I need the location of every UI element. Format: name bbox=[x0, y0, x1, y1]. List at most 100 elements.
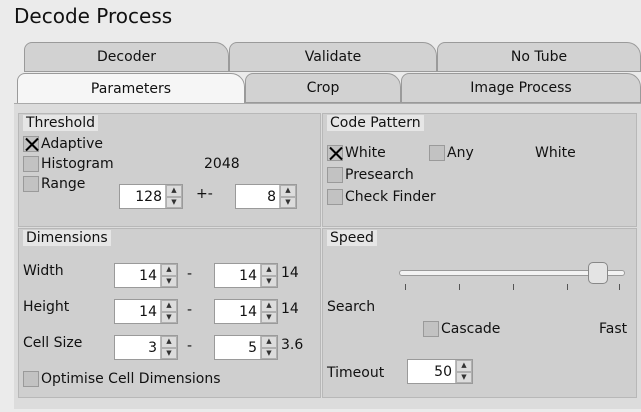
white-checkbox[interactable]: White bbox=[327, 145, 386, 161]
range-tolerance-value: 8 bbox=[267, 188, 276, 205]
height-max-up-arrow-icon[interactable]: ▲ bbox=[261, 300, 277, 312]
range-value: 128 bbox=[135, 188, 162, 205]
histogram-value: 2048 bbox=[204, 156, 240, 172]
optimise-label: Optimise Cell Dimensions bbox=[41, 371, 221, 387]
cascade-check-box-icon bbox=[423, 321, 439, 337]
tab-parameters[interactable]: Parameters bbox=[17, 73, 245, 105]
histogram-checkbox[interactable]: Histogram bbox=[23, 156, 114, 172]
width-separator: - bbox=[187, 266, 193, 282]
tab-image-process[interactable]: Image Process bbox=[401, 73, 641, 103]
height-max-value: 14 bbox=[239, 303, 257, 320]
cell-size-min-down-arrow-icon[interactable]: ▼ bbox=[161, 347, 177, 359]
check-finder-check-box-icon bbox=[327, 189, 343, 205]
width-label: Width bbox=[23, 263, 64, 279]
width-min-value: 14 bbox=[139, 267, 157, 284]
adaptive-check-mark-icon bbox=[23, 136, 39, 152]
tab-validate[interactable]: Validate bbox=[229, 42, 437, 72]
parameters-panel: Threshold Adaptive Histogram 2048 Range … bbox=[14, 103, 641, 409]
tab-no-tube[interactable]: No Tube bbox=[437, 42, 641, 72]
adaptive-label: Adaptive bbox=[41, 136, 103, 152]
any-checkbox[interactable]: Any bbox=[429, 145, 474, 161]
width-min-up-arrow-icon[interactable]: ▲ bbox=[161, 264, 177, 276]
timeout-down-arrow-icon[interactable]: ▼ bbox=[456, 371, 472, 383]
height-label: Height bbox=[23, 299, 70, 315]
code-pattern-title: Code Pattern bbox=[327, 115, 424, 131]
slider-tick bbox=[567, 284, 568, 290]
tab-crop-label: Crop bbox=[306, 80, 340, 96]
threshold-title: Threshold bbox=[23, 115, 98, 131]
cell-size-separator: - bbox=[187, 338, 193, 354]
optimise-check-box-icon bbox=[23, 371, 39, 387]
any-label: Any bbox=[447, 145, 474, 161]
tab-strip: Decoder Validate No Tube Parameters Crop… bbox=[14, 42, 641, 106]
slider-tick bbox=[405, 284, 406, 290]
white-check-mark-icon bbox=[327, 145, 343, 161]
code-pattern-group: Code Pattern White Any White Presearch C… bbox=[322, 113, 637, 227]
range-label: Range bbox=[41, 176, 86, 192]
timeout-label: Timeout bbox=[327, 365, 385, 381]
cell-size-result: 3.6 bbox=[281, 337, 304, 353]
cell-size-max-down-arrow-icon[interactable]: ▼ bbox=[261, 347, 277, 359]
height-min-value: 14 bbox=[139, 303, 157, 320]
speed-title: Speed bbox=[327, 230, 377, 246]
width-max-stepper[interactable]: 14 ▲ ▼ bbox=[214, 263, 278, 288]
cell-size-min-up-arrow-icon[interactable]: ▲ bbox=[161, 336, 177, 348]
speed-group: Speed Search Cascade Fast Timeout 50 ▲ ▼ bbox=[322, 228, 637, 398]
width-min-stepper[interactable]: 14 ▲ ▼ bbox=[114, 263, 178, 288]
slider-tick bbox=[459, 284, 460, 290]
presearch-label: Presearch bbox=[345, 167, 414, 183]
dimensions-title: Dimensions bbox=[23, 230, 111, 246]
speed-slider-thumb[interactable] bbox=[587, 262, 608, 284]
cell-size-max-up-arrow-icon[interactable]: ▲ bbox=[261, 336, 277, 348]
adaptive-checkbox[interactable]: Adaptive bbox=[23, 136, 103, 152]
height-max-stepper[interactable]: 14 ▲ ▼ bbox=[214, 299, 278, 324]
tolerance-up-arrow-icon[interactable]: ▲ bbox=[280, 185, 296, 197]
histogram-label: Histogram bbox=[41, 156, 114, 172]
check-finder-checkbox[interactable]: Check Finder bbox=[327, 189, 436, 205]
timeout-up-arrow-icon[interactable]: ▲ bbox=[456, 360, 472, 372]
cell-size-min-value: 3 bbox=[148, 339, 157, 356]
search-label: Search bbox=[327, 299, 376, 315]
dimensions-group: Dimensions Width 14 ▲ ▼ - 14 ▲ ▼ 14 Heig… bbox=[18, 228, 321, 398]
height-max-down-arrow-icon[interactable]: ▼ bbox=[261, 311, 277, 323]
tab-validate-label: Validate bbox=[304, 49, 362, 65]
cascade-label: Cascade bbox=[441, 321, 501, 337]
white-label: White bbox=[345, 145, 386, 161]
cascade-checkbox[interactable]: Cascade bbox=[423, 321, 500, 337]
slider-tick bbox=[513, 284, 514, 290]
tab-crop[interactable]: Crop bbox=[245, 73, 401, 103]
range-tolerance-stepper[interactable]: 8 ▲ ▼ bbox=[235, 184, 297, 209]
width-max-down-arrow-icon[interactable]: ▼ bbox=[261, 275, 277, 287]
cell-size-min-stepper[interactable]: 3 ▲ ▼ bbox=[114, 335, 178, 360]
tab-decoder[interactable]: Decoder bbox=[24, 42, 229, 72]
window-title: Decode Process bbox=[14, 4, 173, 28]
timeout-value: 50 bbox=[434, 363, 452, 380]
width-max-up-arrow-icon[interactable]: ▲ bbox=[261, 264, 277, 276]
optimise-cell-dimensions-checkbox[interactable]: Optimise Cell Dimensions bbox=[23, 371, 221, 387]
tab-image-process-label: Image Process bbox=[470, 80, 572, 96]
height-min-down-arrow-icon[interactable]: ▼ bbox=[161, 311, 177, 323]
range-up-arrow-icon[interactable]: ▲ bbox=[166, 185, 182, 197]
tab-parameters-label: Parameters bbox=[90, 81, 172, 97]
tab-decoder-label: Decoder bbox=[97, 49, 156, 65]
range-plusminus-label: +- bbox=[196, 186, 213, 202]
height-min-stepper[interactable]: 14 ▲ ▼ bbox=[114, 299, 178, 324]
height-min-up-arrow-icon[interactable]: ▲ bbox=[161, 300, 177, 312]
cell-size-max-stepper[interactable]: 5 ▲ ▼ bbox=[214, 335, 278, 360]
tolerance-down-arrow-icon[interactable]: ▼ bbox=[280, 196, 296, 208]
cell-size-label: Cell Size bbox=[23, 335, 83, 351]
presearch-checkbox[interactable]: Presearch bbox=[327, 167, 414, 183]
timeout-stepper[interactable]: 50 ▲ ▼ bbox=[407, 359, 473, 384]
range-value-stepper[interactable]: 128 ▲ ▼ bbox=[119, 184, 183, 209]
height-separator: - bbox=[187, 302, 193, 318]
fast-label: Fast bbox=[599, 321, 628, 337]
range-down-arrow-icon[interactable]: ▼ bbox=[166, 196, 182, 208]
pattern-status: White bbox=[535, 145, 576, 161]
slider-tick bbox=[619, 284, 620, 290]
check-finder-label: Check Finder bbox=[345, 189, 436, 205]
width-min-down-arrow-icon[interactable]: ▼ bbox=[161, 275, 177, 287]
any-check-box-icon bbox=[429, 145, 445, 161]
cell-size-max-value: 5 bbox=[248, 339, 257, 356]
range-checkbox[interactable]: Range bbox=[23, 176, 85, 192]
range-check-box-icon bbox=[23, 176, 39, 192]
